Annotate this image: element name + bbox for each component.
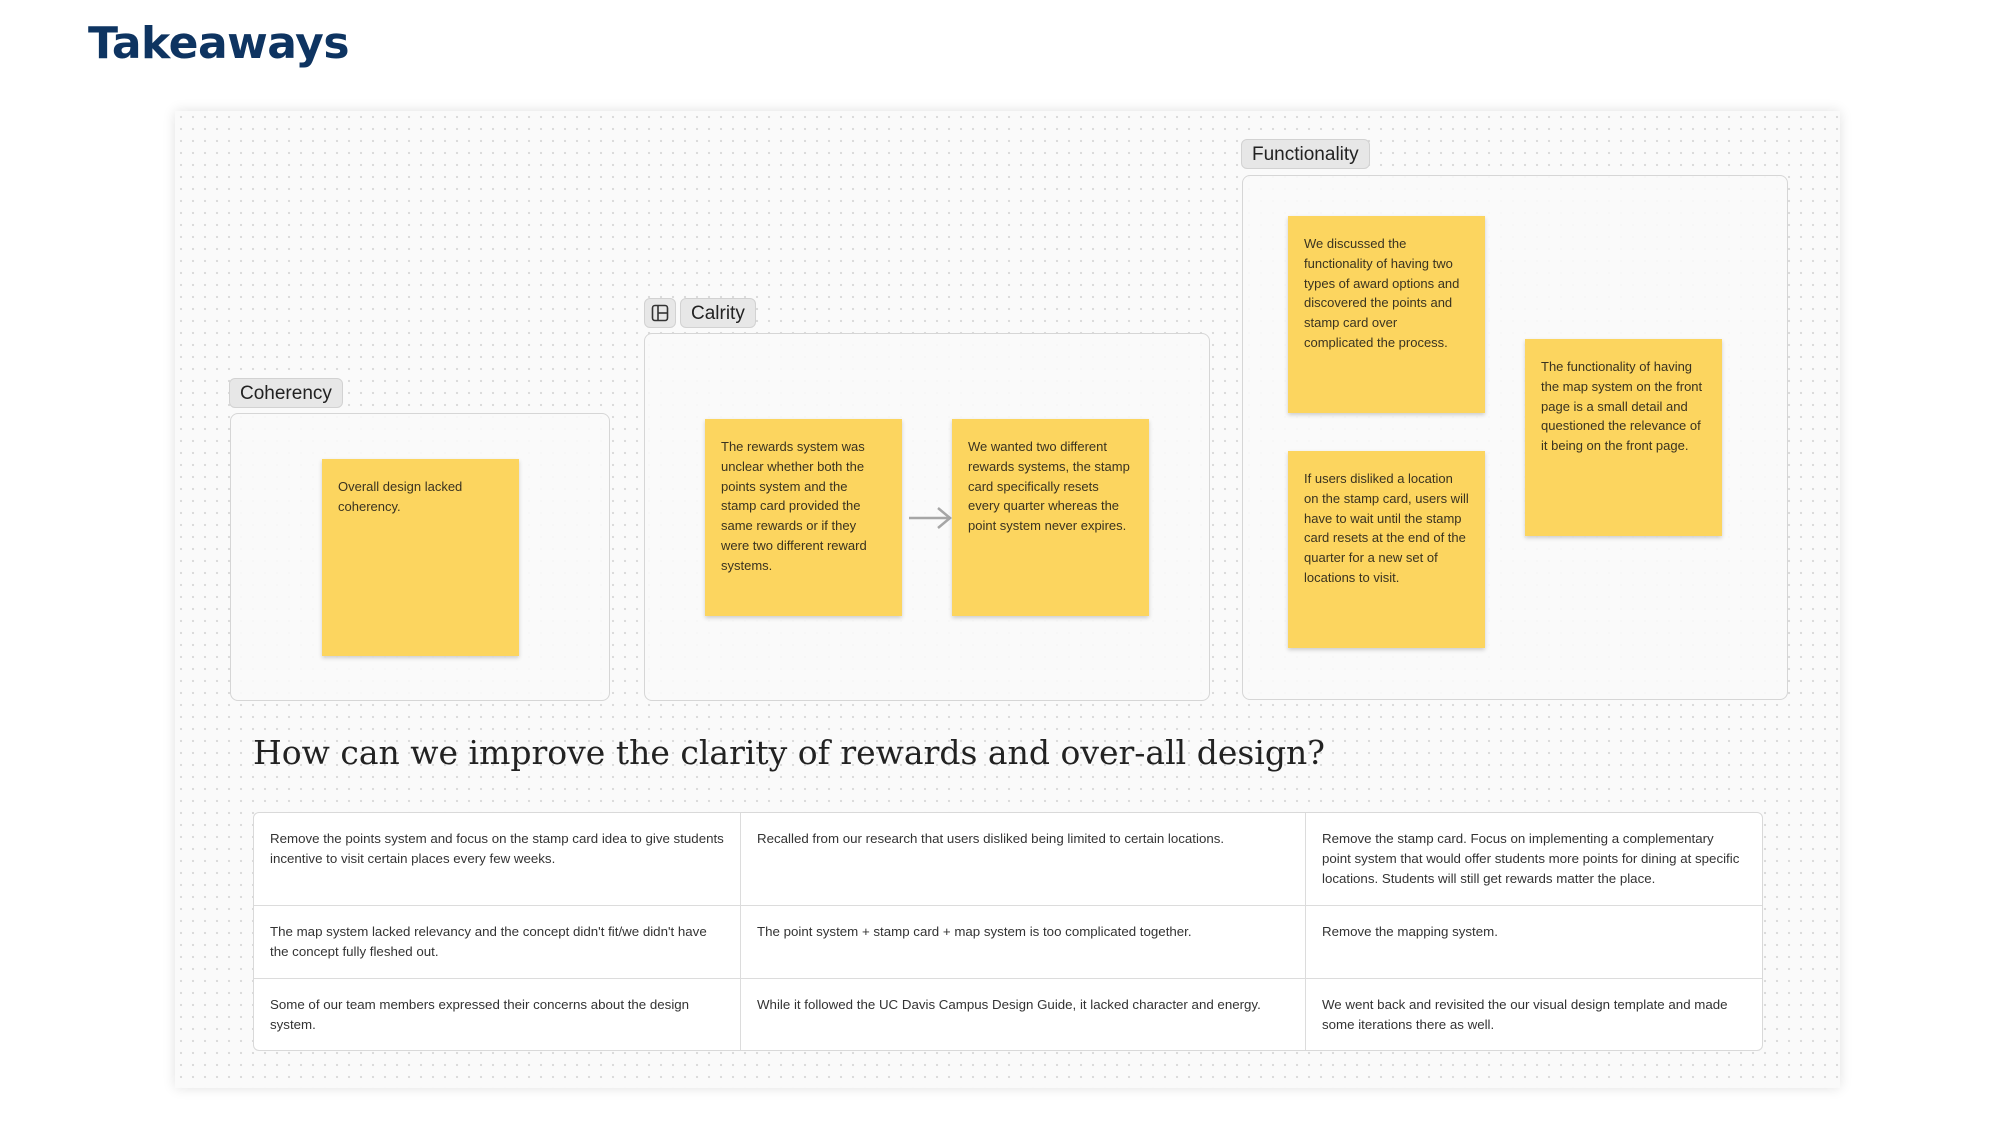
sticky-note[interactable]: The functionality of having the map syst… [1525, 339, 1722, 536]
table-icon [651, 304, 669, 322]
table-row: Some of our team members expressed their… [254, 978, 1762, 1050]
table-cell[interactable]: Remove the stamp card. Focus on implemen… [1305, 813, 1761, 905]
table-cell[interactable]: The point system + stamp card + map syst… [740, 906, 1305, 978]
sticky-note[interactable]: The rewards system was unclear whether b… [705, 419, 902, 616]
arrow-right-icon [909, 507, 952, 529]
section-frame-coherency[interactable]: Overall design lacked coherency. [230, 413, 610, 701]
section-label-clarity[interactable]: Calrity [680, 298, 756, 328]
table-cell[interactable]: While it followed the UC Davis Campus De… [740, 979, 1305, 1050]
section-icon-button[interactable] [644, 298, 676, 328]
table-row: Remove the points system and focus on th… [254, 813, 1762, 905]
table-cell[interactable]: Remove the points system and focus on th… [254, 813, 740, 905]
table-cell[interactable]: The map system lacked relevancy and the … [254, 906, 740, 978]
answers-table: Remove the points system and focus on th… [253, 812, 1763, 1051]
section-frame-functionality[interactable]: We discussed the functionality of having… [1242, 175, 1788, 700]
section-frame-clarity[interactable]: The rewards system was unclear whether b… [644, 333, 1210, 701]
section-label-functionality[interactable]: Functionality [1241, 139, 1370, 169]
question-heading: How can we improve the clarity of reward… [253, 733, 1325, 772]
sticky-note[interactable]: If users disliked a location on the stam… [1288, 451, 1485, 648]
sticky-note[interactable]: We discussed the functionality of having… [1288, 216, 1485, 413]
table-cell[interactable]: Remove the mapping system. [1305, 906, 1761, 978]
page-title: Takeaways [88, 18, 350, 69]
table-cell[interactable]: Some of our team members expressed their… [254, 979, 740, 1050]
sticky-note[interactable]: Overall design lacked coherency. [322, 459, 519, 656]
table-cell[interactable]: We went back and revisited the our visua… [1305, 979, 1761, 1050]
sticky-note[interactable]: We wanted two different rewards systems,… [952, 419, 1149, 616]
whiteboard-canvas[interactable]: Coherency Overall design lacked coherenc… [175, 111, 1840, 1088]
section-label-coherency[interactable]: Coherency [229, 378, 343, 408]
table-row: The map system lacked relevancy and the … [254, 905, 1762, 978]
table-cell[interactable]: Recalled from our research that users di… [740, 813, 1305, 905]
